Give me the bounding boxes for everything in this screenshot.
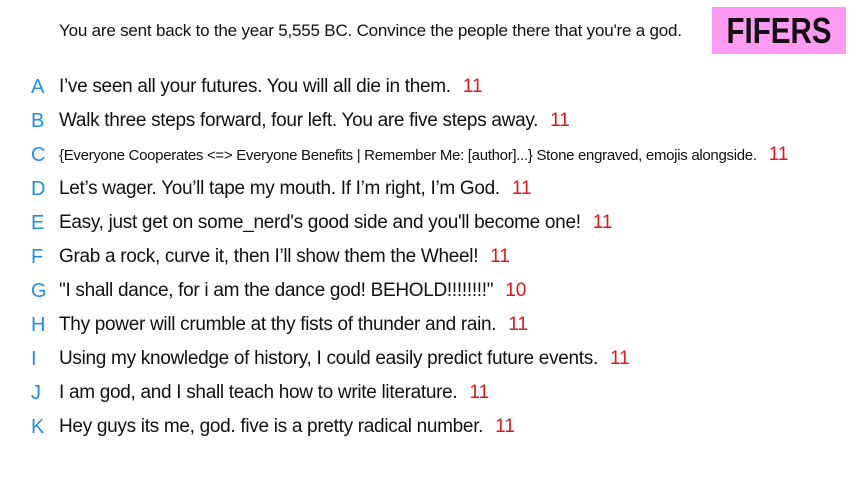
answer-letter: A [31, 75, 45, 98]
answer-letter: J [31, 381, 41, 404]
answer-score: 11 [469, 382, 490, 403]
answer-letter: H [31, 313, 46, 336]
fifers-logo: FIFERS [712, 7, 846, 54]
answer-score: 11 [495, 416, 515, 437]
answer-text: Thy power will crumble at thy fists of t… [59, 314, 497, 335]
answer-row-a: A I’ve seen all your futures. You will a… [0, 70, 853, 104]
answer-text: Hey guys its me, god. five is a pretty r… [59, 416, 484, 437]
answer-text: Easy, just get on some_nerd's good side … [59, 212, 581, 233]
answer-text: Let’s wager. You’ll tape my mouth. If I’… [59, 178, 500, 199]
answer-letter: F [31, 245, 44, 268]
answer-row-e: E Easy, just get on some_nerd's good sid… [0, 206, 853, 240]
answer-score: 11 [609, 348, 630, 369]
answer-letter: G [31, 279, 47, 302]
answer-letter: I [31, 347, 37, 370]
answer-score: 11 [511, 178, 532, 199]
answer-letter: C [31, 143, 46, 166]
results-screen: You are sent back to the year 5,555 BC. … [0, 0, 853, 480]
answer-score: 11 [550, 110, 570, 131]
answer-row-c: C {Everyone Cooperates <=> Everyone Bene… [0, 138, 853, 172]
answer-text: I am god, and I shall teach how to write… [59, 382, 458, 403]
answer-row-i: I Using my knowledge of history, I could… [0, 342, 853, 376]
answer-score: 11 [508, 314, 529, 335]
answer-row-d: D Let’s wager. You’ll tape my mouth. If … [0, 172, 853, 206]
answer-row-b: B Walk three steps forward, four left. Y… [0, 104, 853, 138]
answer-text: I’ve seen all your futures. You will all… [59, 76, 451, 97]
answer-score: 11 [462, 76, 483, 97]
answer-letter: K [31, 415, 45, 438]
answer-row-k: K Hey guys its me, god. five is a pretty… [0, 410, 853, 444]
answer-row-g: G "I shall dance, for i am the dance god… [0, 274, 853, 308]
answer-text: Using my knowledge of history, I could e… [59, 348, 598, 369]
answer-text: {Everyone Cooperates <=> Everyone Benefi… [59, 147, 757, 164]
answer-letter: E [31, 211, 45, 234]
answer-row-h: H Thy power will crumble at thy fists of… [0, 308, 853, 342]
answer-score: 11 [592, 212, 613, 233]
answer-text: Walk three steps forward, four left. You… [59, 110, 539, 131]
answer-row-f: F Grab a rock, curve it, then I’ll show … [0, 240, 853, 274]
prompt-text: You are sent back to the year 5,555 BC. … [59, 21, 682, 40]
answer-letter: D [31, 177, 46, 200]
answer-row-j: J I am god, and I shall teach how to wri… [0, 376, 853, 410]
answer-text: "I shall dance, for i am the dance god! … [59, 280, 494, 301]
answer-score: 11 [768, 144, 789, 165]
answer-score: 10 [505, 280, 527, 301]
logo-text: FIFERS [726, 9, 832, 51]
answer-list: A I’ve seen all your futures. You will a… [0, 70, 853, 444]
answer-letter: B [31, 109, 45, 132]
answer-text: Grab a rock, curve it, then I’ll show th… [59, 246, 479, 267]
answer-score: 11 [490, 246, 510, 267]
